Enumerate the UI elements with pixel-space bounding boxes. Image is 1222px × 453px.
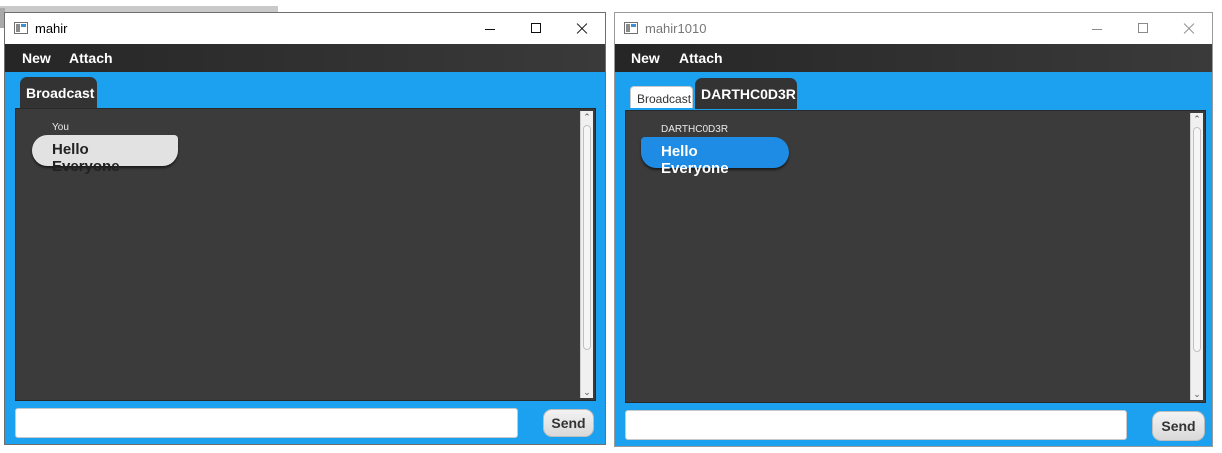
menu-bar: New Attach bbox=[615, 44, 1212, 72]
java-app-icon bbox=[14, 22, 28, 34]
title-bar[interactable]: mahir1010 bbox=[615, 13, 1212, 44]
tab-label: DARTHC0D3R bbox=[701, 86, 796, 102]
close-icon[interactable] bbox=[1166, 13, 1212, 44]
scroll-up-icon[interactable]: ⌃ bbox=[1191, 113, 1203, 125]
tab-label: Broadcast bbox=[637, 92, 692, 106]
chat-message-area[interactable]: DARTHC0D3R Hello Everyone ⌃ ⌄ bbox=[625, 110, 1206, 403]
vertical-scrollbar[interactable]: ⌃ ⌄ bbox=[1190, 113, 1203, 400]
window-title: mahir bbox=[35, 21, 68, 36]
java-app-icon bbox=[624, 22, 638, 34]
tab-strip: Broadcast DARTHC0D3R bbox=[615, 72, 1212, 109]
vertical-scrollbar[interactable]: ⌃ ⌄ bbox=[580, 111, 593, 398]
menu-attach[interactable]: Attach bbox=[69, 50, 113, 66]
message-bubble-received: Hello Everyone bbox=[641, 137, 789, 177]
send-button[interactable]: Send bbox=[543, 409, 594, 437]
menu-new[interactable]: New bbox=[631, 50, 660, 66]
menu-attach[interactable]: Attach bbox=[679, 50, 723, 66]
message-text: Hello Everyone bbox=[661, 143, 729, 177]
scroll-up-icon[interactable]: ⌃ bbox=[581, 111, 593, 123]
tab-darthc0d3r[interactable]: DARTHC0D3R bbox=[695, 78, 797, 109]
message-sender: You bbox=[52, 122, 69, 133]
message-input[interactable] bbox=[625, 410, 1127, 440]
tab-broadcast[interactable]: Broadcast bbox=[20, 77, 97, 108]
close-icon[interactable] bbox=[559, 13, 605, 44]
menu-new[interactable]: New bbox=[22, 50, 51, 66]
message-bubble-sent: Hello Everyone bbox=[32, 135, 178, 175]
scroll-thumb[interactable] bbox=[1193, 127, 1201, 352]
chat-message-area[interactable]: You Hello Everyone ⌃ ⌄ bbox=[15, 108, 596, 401]
scroll-down-icon[interactable]: ⌄ bbox=[581, 386, 593, 398]
maximize-icon[interactable] bbox=[513, 13, 559, 44]
chat-window-mahir: mahir New Attach Broadcast You Hello Eve… bbox=[4, 12, 606, 445]
message-text: Hello Everyone bbox=[52, 141, 120, 175]
send-button[interactable]: Send bbox=[1152, 411, 1205, 441]
tab-broadcast[interactable]: Broadcast bbox=[630, 86, 693, 108]
title-bar[interactable]: mahir bbox=[5, 13, 605, 44]
tab-strip: Broadcast bbox=[5, 72, 605, 108]
maximize-icon[interactable] bbox=[1120, 13, 1166, 44]
minimize-icon[interactable] bbox=[1074, 13, 1120, 44]
scroll-thumb[interactable] bbox=[583, 125, 591, 350]
window-title: mahir1010 bbox=[645, 21, 707, 36]
chat-window-mahir1010: mahir1010 New Attach Broadcast DARTHC0D3… bbox=[614, 12, 1213, 447]
scroll-down-icon[interactable]: ⌄ bbox=[1191, 388, 1203, 400]
message-input[interactable] bbox=[15, 408, 518, 438]
menu-bar: New Attach bbox=[5, 44, 605, 72]
message-sender: DARTHC0D3R bbox=[661, 124, 729, 135]
minimize-icon[interactable] bbox=[467, 13, 513, 44]
tab-label: Broadcast bbox=[26, 85, 95, 101]
